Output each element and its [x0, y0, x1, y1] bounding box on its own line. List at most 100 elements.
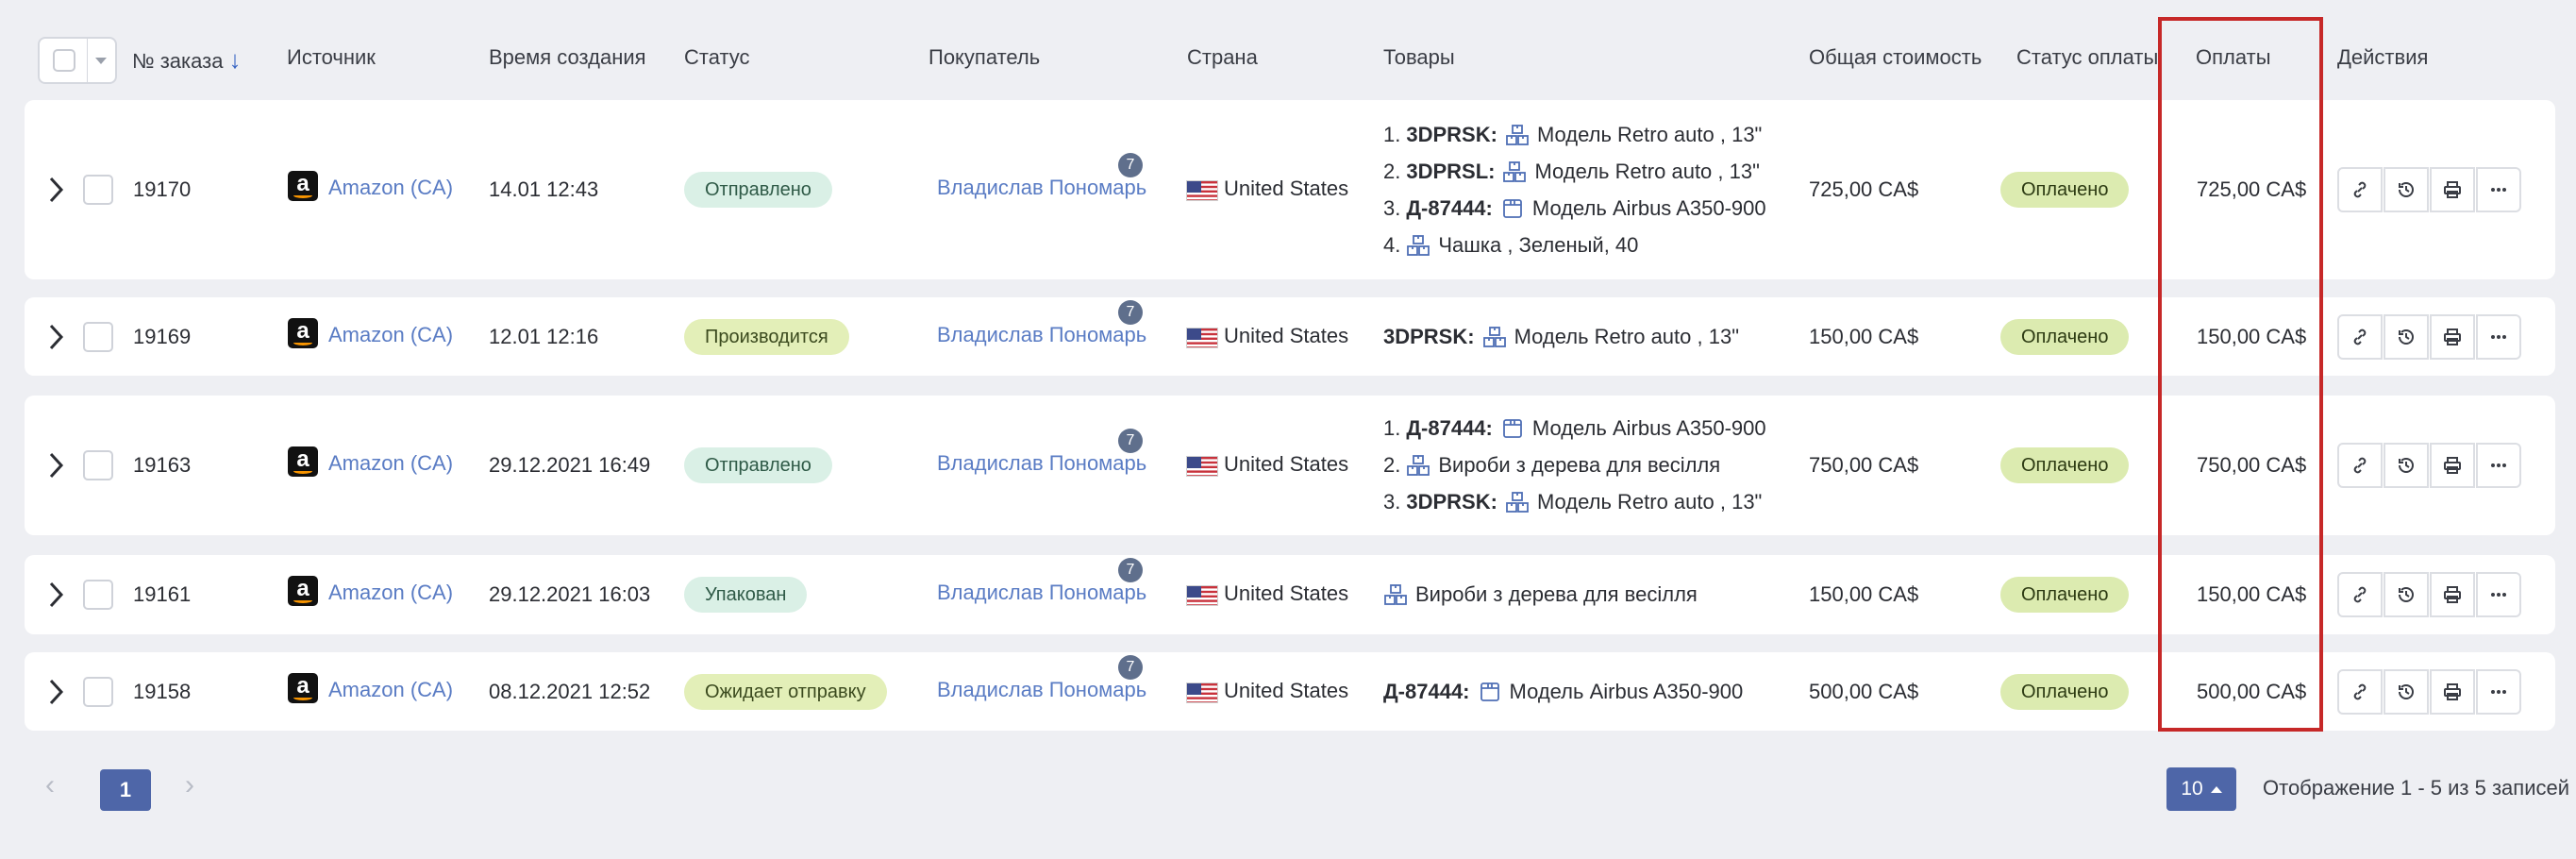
payment-status-badge: Оплачено [2000, 172, 2130, 208]
buyer-link[interactable]: Владислав Пономарь [937, 451, 1146, 476]
source-link[interactable]: Amazon (CA) [328, 678, 453, 702]
created-time: 29.12.2021 16:49 [489, 453, 651, 477]
goods-name: Модель Retro auto , 13" [1534, 159, 1760, 183]
print-button[interactable] [2430, 668, 2475, 715]
row-checkbox[interactable] [83, 175, 113, 205]
payments-amount: 750,00 CA$ [2197, 453, 2307, 477]
buyer-link[interactable]: Владислав Пономарь [937, 678, 1146, 702]
sort-arrow-down-icon[interactable]: ↓ [228, 45, 241, 74]
history-icon [2397, 585, 2416, 604]
link-button[interactable] [2337, 572, 2383, 617]
order-number: 19163 [133, 453, 192, 477]
row-checkbox[interactable] [83, 321, 113, 352]
more-button[interactable] [2476, 313, 2521, 360]
history-icon [2397, 180, 2416, 199]
history-button[interactable] [2384, 167, 2429, 212]
more-button[interactable] [2476, 572, 2521, 617]
link-icon [2350, 328, 2369, 346]
link-button[interactable] [2337, 443, 2383, 488]
source-link[interactable]: Amazon (CA) [328, 176, 453, 200]
us-flag-icon [1186, 327, 1218, 348]
link-button[interactable] [2337, 668, 2383, 715]
chevron-down-icon[interactable] [95, 57, 107, 64]
print-button[interactable] [2430, 572, 2475, 617]
table-row[interactable]: 19158 a Amazon (CA) 08.12.2021 12:52 Ожидает… [25, 652, 2555, 731]
goods-item: 4. Чашка , Зеленый, 40 [1383, 233, 1638, 258]
header-payments: Оплаты [2196, 45, 2271, 69]
order-status-badge: Производится [684, 318, 849, 355]
print-button[interactable] [2430, 443, 2475, 488]
country-name: United States [1224, 323, 1349, 347]
expand-row-chevron-icon[interactable] [45, 678, 66, 704]
buyer-link[interactable]: Владислав Пономарь [937, 323, 1146, 347]
source-link[interactable]: Amazon (CA) [328, 451, 453, 476]
table-row[interactable]: 19163 a Amazon (CA) 29.12.2021 16:49 Отправл… [25, 396, 2555, 535]
buyer-link[interactable]: Владислав Пономарь [937, 176, 1146, 200]
goods-name: Модель Retro auto , 13" [1536, 122, 1763, 146]
country-name: United States [1224, 452, 1349, 476]
expand-row-chevron-icon[interactable] [45, 451, 66, 479]
link-button[interactable] [2337, 167, 2383, 212]
amazon-logo-icon: a [288, 171, 318, 201]
expand-row-chevron-icon[interactable] [45, 323, 66, 349]
history-button[interactable] [2384, 572, 2429, 617]
pagination-page-1[interactable]: 1 [100, 769, 151, 811]
row-actions [2337, 443, 2522, 488]
buyer-link[interactable]: Владислав Пономарь [937, 581, 1146, 605]
source-link[interactable]: Amazon (CA) [328, 323, 453, 347]
more-button[interactable] [2476, 443, 2521, 488]
payments-amount: 725,00 CA$ [2197, 177, 2307, 201]
row-checkbox[interactable] [83, 580, 113, 610]
print-button[interactable] [2430, 167, 2475, 212]
print-icon [2443, 328, 2462, 346]
order-total: 725,00 CA$ [1809, 177, 1919, 201]
goods-item: 3. 3DPRSK: Модель Retro auto , 13" [1383, 490, 1762, 514]
boxes-icon [1383, 583, 1408, 606]
buyer-orders-count-badge: 7 [1118, 558, 1143, 582]
goods-name: Чашка , Зеленый, 40 [1438, 232, 1639, 257]
payments-amount: 150,00 CA$ [2197, 324, 2307, 348]
history-icon [2397, 456, 2416, 475]
goods-item: 3DPRSK: Модель Retro auto , 13" [1383, 325, 1739, 349]
row-checkbox[interactable] [83, 450, 113, 480]
source-link[interactable]: Amazon (CA) [328, 581, 453, 605]
row-checkbox[interactable] [83, 676, 113, 707]
expand-row-chevron-icon[interactable] [45, 581, 66, 608]
header-order-no[interactable]: № заказа ↓ [132, 45, 241, 75]
us-flag-icon [1186, 456, 1218, 477]
more-button[interactable] [2476, 167, 2521, 212]
expand-row-chevron-icon[interactable] [45, 176, 66, 203]
header-pay-status: Статус оплаты [2016, 45, 2159, 69]
link-button[interactable] [2337, 313, 2383, 360]
pagination-prev-button[interactable]: ‹ [45, 769, 55, 801]
more-icon [2489, 180, 2508, 199]
pagination-next-button[interactable]: › [185, 769, 194, 801]
amazon-logo-icon: a [288, 446, 318, 477]
print-button[interactable] [2430, 313, 2475, 360]
select-all-box[interactable] [53, 49, 75, 72]
buyer-orders-count-badge: 7 [1118, 654, 1143, 680]
header-actions: Действия [2337, 45, 2429, 69]
payments-amount: 150,00 CA$ [2197, 582, 2307, 606]
history-button[interactable] [2384, 443, 2429, 488]
boxes-icon [1406, 454, 1430, 477]
us-flag-icon [1186, 682, 1218, 703]
per-page-select[interactable]: 10 [2166, 767, 2236, 811]
amazon-logo-icon: a [288, 576, 318, 606]
table-row[interactable]: 19169 a Amazon (CA) 12.01 12:16 Производится… [25, 297, 2555, 376]
payment-status-badge: Оплачено [2000, 577, 2130, 613]
goods-item: Д-87444: Модель Airbus A350-900 [1383, 680, 1743, 704]
select-all-checkbox[interactable] [38, 37, 117, 84]
goods-item: 1. Д-87444: Модель Airbus A350-900 [1383, 416, 1766, 441]
history-button[interactable] [2384, 313, 2429, 360]
row-actions [2337, 572, 2522, 617]
goods-item: 3. Д-87444: Модель Airbus A350-900 [1383, 196, 1766, 221]
package-icon [1500, 197, 1525, 220]
table-row[interactable]: 19161 a Amazon (CA) 29.12.2021 16:03 Упакова… [25, 555, 2555, 634]
more-button[interactable] [2476, 668, 2521, 715]
goods-sku: 3DPRSK: [1406, 122, 1497, 146]
goods-sku: 3DPRSK: [1406, 490, 1497, 514]
payment-status-badge: Оплачено [2000, 447, 2130, 483]
history-button[interactable] [2384, 668, 2429, 715]
table-row[interactable]: 19170 a Amazon (CA) 14.01 12:43 Отправлено Вл… [25, 100, 2555, 279]
